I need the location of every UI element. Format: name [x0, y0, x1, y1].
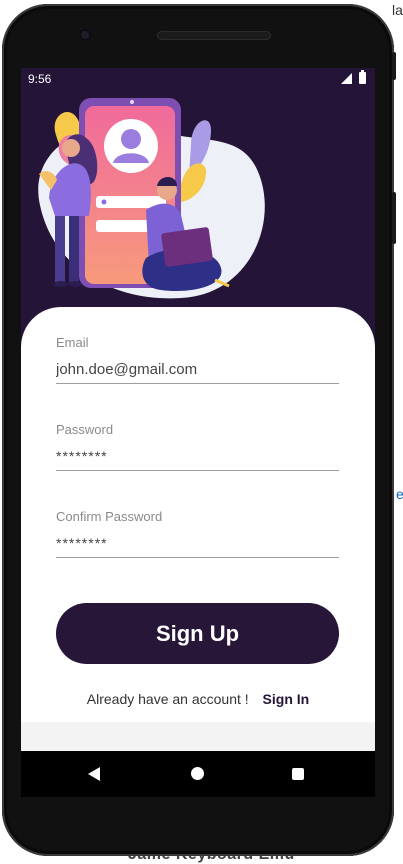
status-bar: 9:56 — [21, 68, 375, 90]
back-triangle-icon[interactable] — [88, 767, 100, 781]
signup-illustration — [38, 98, 265, 299]
background-link-fragment: e — [396, 486, 403, 502]
email-field[interactable] — [56, 355, 339, 384]
sign-in-prompt: Already have an account ! Sign In — [21, 691, 375, 707]
background-text-fragment: la — [392, 2, 403, 18]
front-camera-icon — [79, 29, 91, 41]
sign-up-button[interactable]: Sign Up — [56, 603, 339, 664]
status-time: 9:56 — [28, 72, 52, 86]
card-footer-strip — [21, 722, 375, 751]
laptop-icon — [161, 227, 213, 267]
already-have-account-text: Already have an account ! — [86, 691, 249, 707]
password-field[interactable] — [56, 442, 339, 471]
email-label: Email — [56, 335, 89, 350]
password-label: Password — [56, 422, 114, 437]
battery-icon — [359, 70, 366, 84]
cellular-signal-icon — [341, 73, 352, 84]
sign-in-link[interactable]: Sign In — [263, 691, 310, 707]
app-screen: 9:56 Email john.doe@gmail.com Password *… — [21, 68, 375, 751]
earpiece-speaker — [157, 31, 271, 40]
home-circle-icon[interactable] — [191, 767, 204, 780]
recents-square-icon[interactable] — [292, 768, 304, 780]
system-nav-bar — [21, 751, 375, 797]
volume-button — [392, 192, 396, 244]
confirm-password-label: Confirm Password — [56, 509, 163, 524]
confirm-password-field[interactable] — [56, 529, 339, 558]
side-button — [392, 52, 396, 80]
signup-form-card: Email Password Confirm Password Sign Up … — [21, 307, 375, 751]
